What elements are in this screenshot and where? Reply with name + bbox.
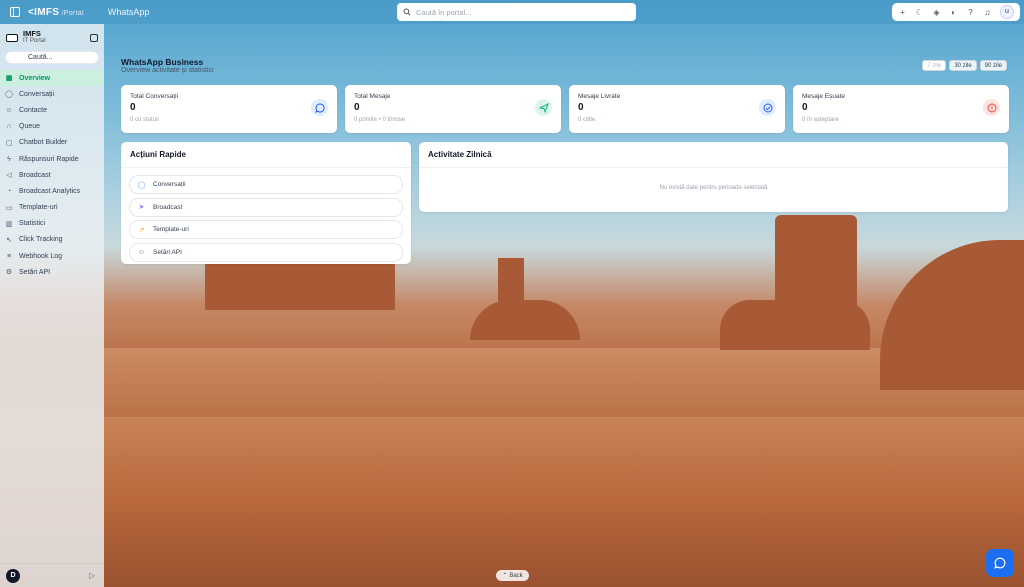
alert-circle-icon <box>983 99 1000 116</box>
sidebar-item-broadcast-analytics[interactable]: ◔ Broadcast Analytics <box>0 183 104 199</box>
help-icon[interactable]: ? <box>966 8 975 17</box>
stat-card-total-conversatii: Total Conversații 0 0 cu status <box>121 85 337 133</box>
search-icon <box>403 8 411 16</box>
users-icon: ☺ <box>5 106 13 114</box>
quick-actions-panel: Acțiuni Rapide ◯ Conversații ➤ Broadcast ↗… <box>121 142 411 264</box>
user-menu-avatar[interactable]: D <box>6 568 20 583</box>
chat-icon <box>994 557 1006 569</box>
workspace-subtitle: IT Portal <box>23 38 46 44</box>
topbar-actions: + ☾ ◈ ◐ ? ♫ u <box>892 3 1020 21</box>
main-content: WhatsApp Business Overview activitate și… <box>104 24 1024 587</box>
sidebar-item-queue[interactable]: ∩ Queue <box>0 119 104 135</box>
users-icon: ☺ <box>137 248 146 256</box>
current-page-label: WhatsApp <box>107 7 150 17</box>
app-logo[interactable]: <IMFS /Portal <box>28 7 84 18</box>
range-90-days-button[interactable]: 90 zile <box>979 60 1007 71</box>
add-icon[interactable]: + <box>898 8 907 17</box>
cursor-icon: ↖ <box>6 236 12 244</box>
top-bar: <IMFS /Portal WhatsApp Caută în portal..… <box>0 0 1024 24</box>
grid-icon: ▦ <box>5 75 13 83</box>
sidebar-item-broadcast[interactable]: ◁ Broadcast <box>0 167 104 183</box>
bar-chart-icon: ▥ <box>5 220 13 228</box>
sidebar-item-raspunsuri-rapide[interactable]: ϟ Răspunsuri Rapide <box>0 151 104 167</box>
megaphone-icon: ◁ <box>6 172 12 180</box>
chat-icon: ◯ <box>137 181 146 189</box>
sidebar-item-click-tracking[interactable]: ↖ Click Tracking <box>0 232 104 248</box>
sidebar: IMFS IT Portal Caută... ▦ Overview ◯ Conve… <box>0 24 104 587</box>
empty-state-message: Nu există date pentru perioada selectată <box>659 185 768 191</box>
sidebar-item-chatbot-builder[interactable]: ▢ Chatbot Builder <box>0 135 104 151</box>
page-subtitle: Overview activitate și statistici <box>121 67 214 74</box>
stat-card-mesaje-esuate: Mesaje Eșuate 0 0 în așteptare <box>793 85 1009 133</box>
quick-action-setari-api[interactable]: ☺ Setări API <box>129 242 403 262</box>
sidebar-item-setari-api[interactable]: ⚙ Setări API <box>0 264 104 280</box>
page-title: WhatsApp Business <box>121 57 204 67</box>
collapse-sidebar-icon[interactable]: ▷ <box>89 571 98 580</box>
back-button[interactable]: ⌃ Back <box>496 570 529 581</box>
sidebar-toggle-icon[interactable] <box>90 33 98 42</box>
sidebar-footer: D ▷ <box>0 563 104 587</box>
chevron-up-icon: ⌃ <box>502 573 508 579</box>
panel-toggle-icon[interactable] <box>10 7 20 17</box>
user-avatar[interactable]: u <box>1000 5 1014 19</box>
sidebar-item-webhook-log[interactable]: ≡ Webhook Log <box>0 248 104 264</box>
date-range-selector: 7 zile 30 zile 90 zile <box>922 60 1007 71</box>
sidebar-nav: ▦ Overview ◯ Conversații ☺ Contacte ∩ Queue … <box>0 70 104 280</box>
headset-icon: ∩ <box>6 123 12 131</box>
bolt-icon: ϟ <box>7 155 11 163</box>
quick-action-broadcast[interactable]: ➤ Broadcast <box>129 197 403 217</box>
bell-icon[interactable]: ♫ <box>983 8 992 17</box>
range-7-days-button[interactable]: 7 zile <box>922 60 947 71</box>
chat-bubble-icon <box>311 99 328 116</box>
quick-action-conversatii[interactable]: ◯ Conversații <box>129 175 403 194</box>
file-icon: ▭ <box>5 204 13 212</box>
search-placeholder: Caută în portal... <box>416 7 472 17</box>
trend-icon: ↗ <box>138 226 145 234</box>
sidebar-item-overview[interactable]: ▦ Overview <box>0 70 104 87</box>
sidebar-item-template-uri[interactable]: ▭ Template-uri <box>0 200 104 216</box>
quick-action-template-uri[interactable]: ↗ Template-uri <box>129 220 403 239</box>
sidebar-item-contacte[interactable]: ☺ Contacte <box>0 102 104 118</box>
daily-activity-panel: Activitate Zilnică Nu există date pentru… <box>419 142 1008 212</box>
quick-actions-title: Acțiuni Rapide <box>121 142 411 168</box>
settings-icon: ⚙ <box>5 269 13 277</box>
chat-fab-button[interactable] <box>986 549 1014 577</box>
layers-icon[interactable]: ◈ <box>932 8 941 17</box>
chat-icon: ◯ <box>5 91 13 99</box>
stat-card-mesaje-livrate: Mesaje Livrate 0 0 citite <box>569 85 785 133</box>
bot-icon: ▢ <box>5 139 13 147</box>
sidebar-item-statistici[interactable]: ▥ Statistici <box>0 216 104 232</box>
send-icon: ➤ <box>138 204 145 211</box>
check-circle-icon <box>759 99 776 116</box>
workspace-switcher[interactable]: IMFS IT Portal <box>0 24 104 49</box>
log-icon: ≡ <box>6 252 12 260</box>
sidebar-search-input[interactable]: Caută... <box>5 51 99 64</box>
global-search-input[interactable]: Caută în portal... <box>397 3 636 21</box>
chart-icon: ◔ <box>6 187 12 195</box>
send-icon <box>535 99 552 116</box>
moon-icon[interactable]: ☾ <box>915 8 924 17</box>
workspace-icon <box>6 33 18 42</box>
workspace-name: IMFS <box>23 29 41 38</box>
palette-icon[interactable]: ◐ <box>949 8 958 17</box>
sidebar-item-conversatii[interactable]: ◯ Conversații <box>0 86 104 102</box>
range-30-days-button[interactable]: 30 zile <box>949 60 977 71</box>
daily-activity-title: Activitate Zilnică <box>419 142 1008 168</box>
stat-card-total-mesaje: Total Mesaje 0 0 primite • 0 trimise <box>345 85 561 133</box>
